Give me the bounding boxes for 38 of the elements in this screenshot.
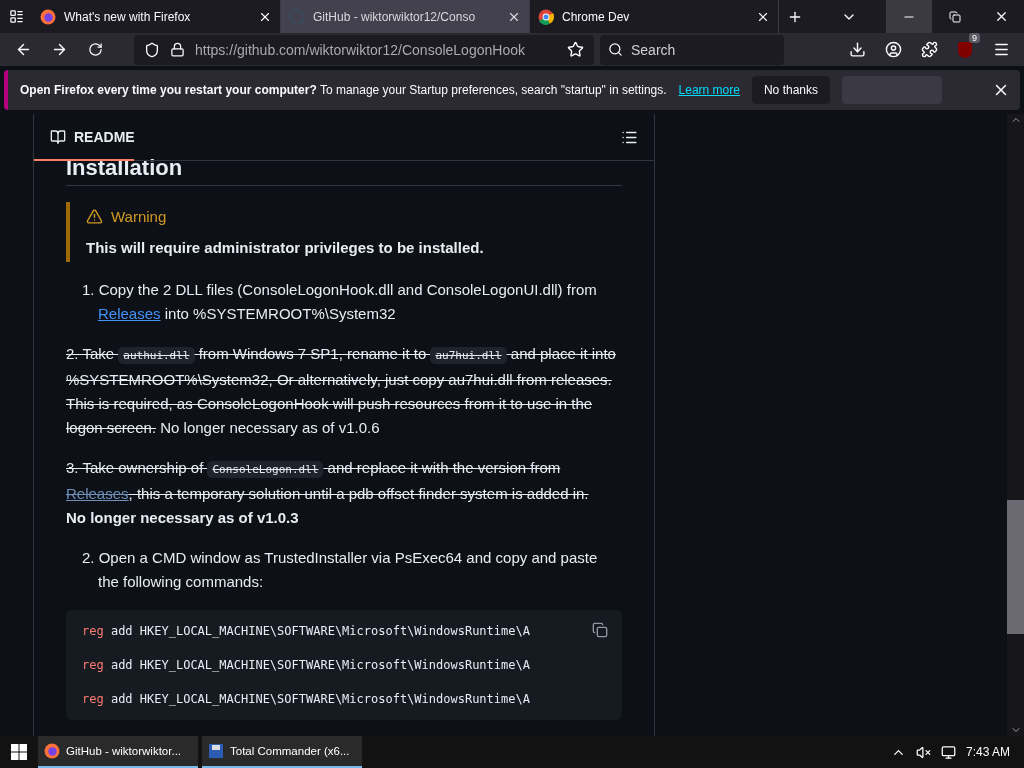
code-line: reg add HKEY_LOCAL_MACHINE\SOFTWARE\Microsoft\WindowsRuntime\A [82,658,530,672]
code-line: reg add HKEY_LOCAL_MACHINE\SOFTWARE\Microsoft\WindowsRuntime\A [82,692,530,706]
list-item: 2. Open a CMD window as TrustedInstaller via PsExec64 and copy and paste the following commands: [81,548,599,592]
paragraph: 3. Take ownership of ConsoleLogon.dll and replace it with the version from Releases, this a temporary solution until a pdb offset finder system is added in. No longer necessary as of v1.0.3 [66,458,590,528]
address-bar[interactable]: https://github.com/wiktorwiktor12/ConsoleLogonHook [134,34,594,65]
network-icon[interactable] [940,744,956,760]
search-icon [608,42,623,57]
shield-icon[interactable] [144,41,160,58]
warning-text: This will require administrator privileges to be installed. [86,239,485,256]
warning-title: Warning [111,208,167,225]
taskbar-item[interactable]: GitHub - wiktorwiktor... [38,736,198,768]
dismiss-button[interactable]: No thanks [751,76,830,104]
firefox-logo-icon [40,8,56,25]
copy-icon[interactable] [592,622,608,638]
releases-link[interactable]: Releases [98,305,161,322]
count-badge: 9 [969,32,980,43]
restore-icon[interactable] [949,10,961,23]
volume-muted-icon[interactable] [915,744,931,760]
readme-tab[interactable]: README [74,129,135,145]
clock-time[interactable]: 7:43 AM [965,745,1010,759]
chrome-logo-icon [538,8,554,25]
firefox-logo-icon [44,743,60,759]
lock-icon[interactable] [170,42,185,57]
warning-icon [86,208,103,225]
scrollbar[interactable] [1007,114,1024,736]
section-heading: Installation [66,157,622,186]
book-icon [50,129,66,145]
code-line: reg add HKEY_LOCAL_MACHINE\SOFTWARE\Microsoft\WindowsRuntime\A [82,624,530,638]
search-field[interactable]: Search [600,34,784,65]
scroll-thumb[interactable] [1007,500,1024,634]
paragraph: 2. Take authui.dll from Windows 7 SP1, rename it to au7hui.dll and place it into %SYSTEMROOT%\System32, Or alternatively, just copy au7hui.dll from releases. This is required, as ConsoleLogonHook will push resources from it to use in the logon screen. No longer necessary as of v1.0.6 [66,344,617,438]
learn-more-link[interactable]: Learn more [678,83,740,97]
browser-tab[interactable]: GitHub - wiktorwiktor12/Conso [281,0,530,33]
list-item: 1. Copy the 2 DLL files (ConsoleLogonHook.dll and ConsoleLogonUI.dll) from Releases into %SYSTEMROOT%\System32 [81,280,598,324]
notification-text: Open Firefox every time you restart your computer? To manage your Startup preferences, search "startup" in settings. [20,83,667,97]
bookmark-star-icon[interactable] [567,41,584,58]
releases-link[interactable]: Releases [66,485,129,502]
taskbar-item[interactable]: Total Commander (x6... [202,736,362,768]
